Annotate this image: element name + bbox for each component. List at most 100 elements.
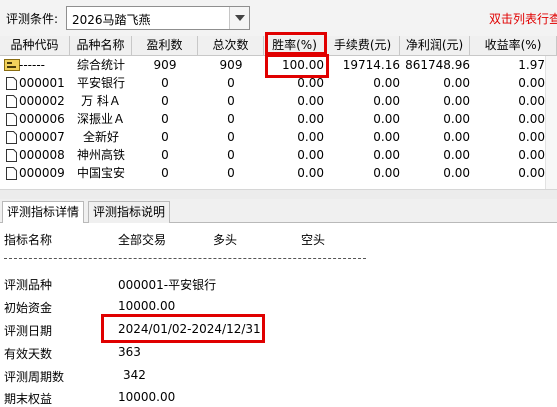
row-win-rate: 100.00 [282,58,324,72]
detail-value: 363 [118,345,141,359]
row-fee: 19714.16 [342,58,400,72]
divider [4,258,366,259]
detail-label: 评测品种 [4,278,53,292]
table-row[interactable]: 000007 全新好 0 0 0.00 0.00 0.00 0.00 [0,128,557,146]
row-code: 000009 [19,166,65,180]
row-profit-count: 909 [153,58,177,72]
row-net-profit: 0.00 [443,112,470,126]
row-name: 中国宝安 [76,166,125,180]
col-header-code[interactable]: 品种代码 [0,36,70,56]
row-return-rate: 0.00 [518,148,545,162]
row-name: 平安银行 [76,76,125,90]
col-header-net-profit[interactable]: 净利润(元) [400,36,470,56]
tab-metrics-description[interactable]: 评测指标说明 [88,201,171,223]
row-win-rate: 0.00 [297,166,324,180]
double-click-hint: 双击列表行查 [489,12,557,26]
row-win-rate: 0.00 [297,94,324,108]
detail-tabs: 评测指标详情 评测指标说明 [0,199,557,224]
table-row[interactable]: 000008 神州高铁 0 0 0.00 0.00 0.00 0.00 [0,146,557,164]
row-win-rate: 0.00 [297,130,324,144]
row-net-profit: 0.00 [443,94,470,108]
document-icon [6,95,17,108]
row-name: 神州高铁 [76,148,125,162]
row-profit-count: 0 [161,166,169,180]
col-header-return-rate[interactable]: 收益率(%) [470,36,557,56]
row-return-rate: 0.00 [518,76,545,90]
row-profit-count: 0 [161,76,169,90]
condition-select-value: 2026马踏飞燕 [72,13,151,27]
table-row[interactable]: 000001 平安银行 0 0 0.00 0.00 0.00 0.00 [0,74,557,92]
chevron-down-icon [235,15,245,21]
detail-value: 000001-平安银行 [118,278,217,292]
row-net-profit: 0.00 [443,76,470,90]
row-profit-count: 0 [161,130,169,144]
detail-header-short: 空头 [301,233,326,247]
detail-value: 10000.00 [118,299,176,313]
pane-splitter[interactable] [0,189,557,199]
row-return-rate: 0.00 [518,94,545,108]
row-net-profit: 0.00 [443,166,470,180]
row-name: 万 科Ａ [81,94,121,108]
row-win-rate: 0.00 [297,112,324,126]
document-icon [6,113,17,126]
metrics-detail-panel: 指标名称 全部交易 多头 空头 评测品种 000001-平安银行 初始资金 10… [0,223,557,407]
row-name: 全新好 [82,130,119,144]
detail-label: 评测周期数 [4,370,65,384]
detail-label: 期末权益 [4,392,53,406]
tab-metrics-detail[interactable]: 评测指标详情 [2,201,85,224]
document-icon [6,77,17,90]
row-code: 000002 [19,94,65,108]
row-return-rate: 0.00 [518,112,545,126]
detail-header-long: 多头 [213,233,238,247]
row-fee: 0.00 [373,166,400,180]
condition-label: 评测条件: [6,12,59,26]
row-net-profit: 0.00 [443,148,470,162]
document-icon [6,149,17,162]
detail-label: 评测日期 [4,324,53,338]
row-fee: 0.00 [373,94,400,108]
row-code: 000008 [19,148,65,162]
col-header-fee[interactable]: 手续费(元) [326,36,400,56]
row-net-profit: 861748.96 [405,58,470,72]
detail-value: 342 [123,368,146,382]
col-header-profit-count[interactable]: 盈利数 [132,36,198,56]
detail-label: 有效天数 [4,347,53,361]
detail-header-all: 全部交易 [118,233,167,247]
row-fee: 0.00 [373,148,400,162]
scrollbar-track[interactable] [545,56,557,189]
row-profit-count: 0 [161,112,169,126]
row-total-count: 909 [219,58,243,72]
table-row-summary[interactable]: ------ 综合统计 909 909 100.00 19714.16 8617… [0,56,557,74]
row-code: 000006 [19,112,65,126]
folder-sum-icon [4,59,20,71]
row-total-count: 0 [227,76,235,90]
condition-select[interactable]: 2026马踏飞燕 [66,6,250,30]
row-return-rate: 0.00 [518,130,545,144]
table-row[interactable]: 000006 深振业Ａ 0 0 0.00 0.00 0.00 0.00 [0,110,557,128]
row-profit-count: 0 [161,94,169,108]
row-win-rate: 0.00 [297,148,324,162]
row-code: 000007 [19,130,65,144]
detail-value: 10000.00 [118,390,176,404]
dropdown-button[interactable] [229,7,249,29]
table-row[interactable]: 000002 万 科Ａ 0 0 0.00 0.00 0.00 0.00 [0,92,557,110]
col-header-win-rate[interactable]: 胜率(%) [264,36,326,56]
row-profit-count: 0 [161,148,169,162]
row-net-profit: 0.00 [443,130,470,144]
detail-label: 初始资金 [4,301,53,315]
col-header-name[interactable]: 品种名称 [70,36,132,56]
row-total-count: 0 [227,94,235,108]
table-row[interactable]: 000009 中国宝安 0 0 0.00 0.00 0.00 0.00 [0,164,557,182]
col-header-total-count[interactable]: 总次数 [198,36,264,56]
row-code: ------ [19,58,45,72]
row-return-rate: 1.97 [518,58,545,72]
results-table: 品种代码 品种名称 盈利数 总次数 胜率(%) 手续费(元) 净利润(元) 收益… [0,36,557,189]
row-name: 综合统计 [76,58,125,72]
document-icon [6,131,17,144]
row-total-count: 0 [227,166,235,180]
row-total-count: 0 [227,130,235,144]
toolbar: 评测条件: 2026马踏飞燕 双击列表行查 [0,0,557,36]
row-win-rate: 0.00 [297,76,324,90]
row-return-rate: 0.00 [518,166,545,180]
row-total-count: 0 [227,148,235,162]
